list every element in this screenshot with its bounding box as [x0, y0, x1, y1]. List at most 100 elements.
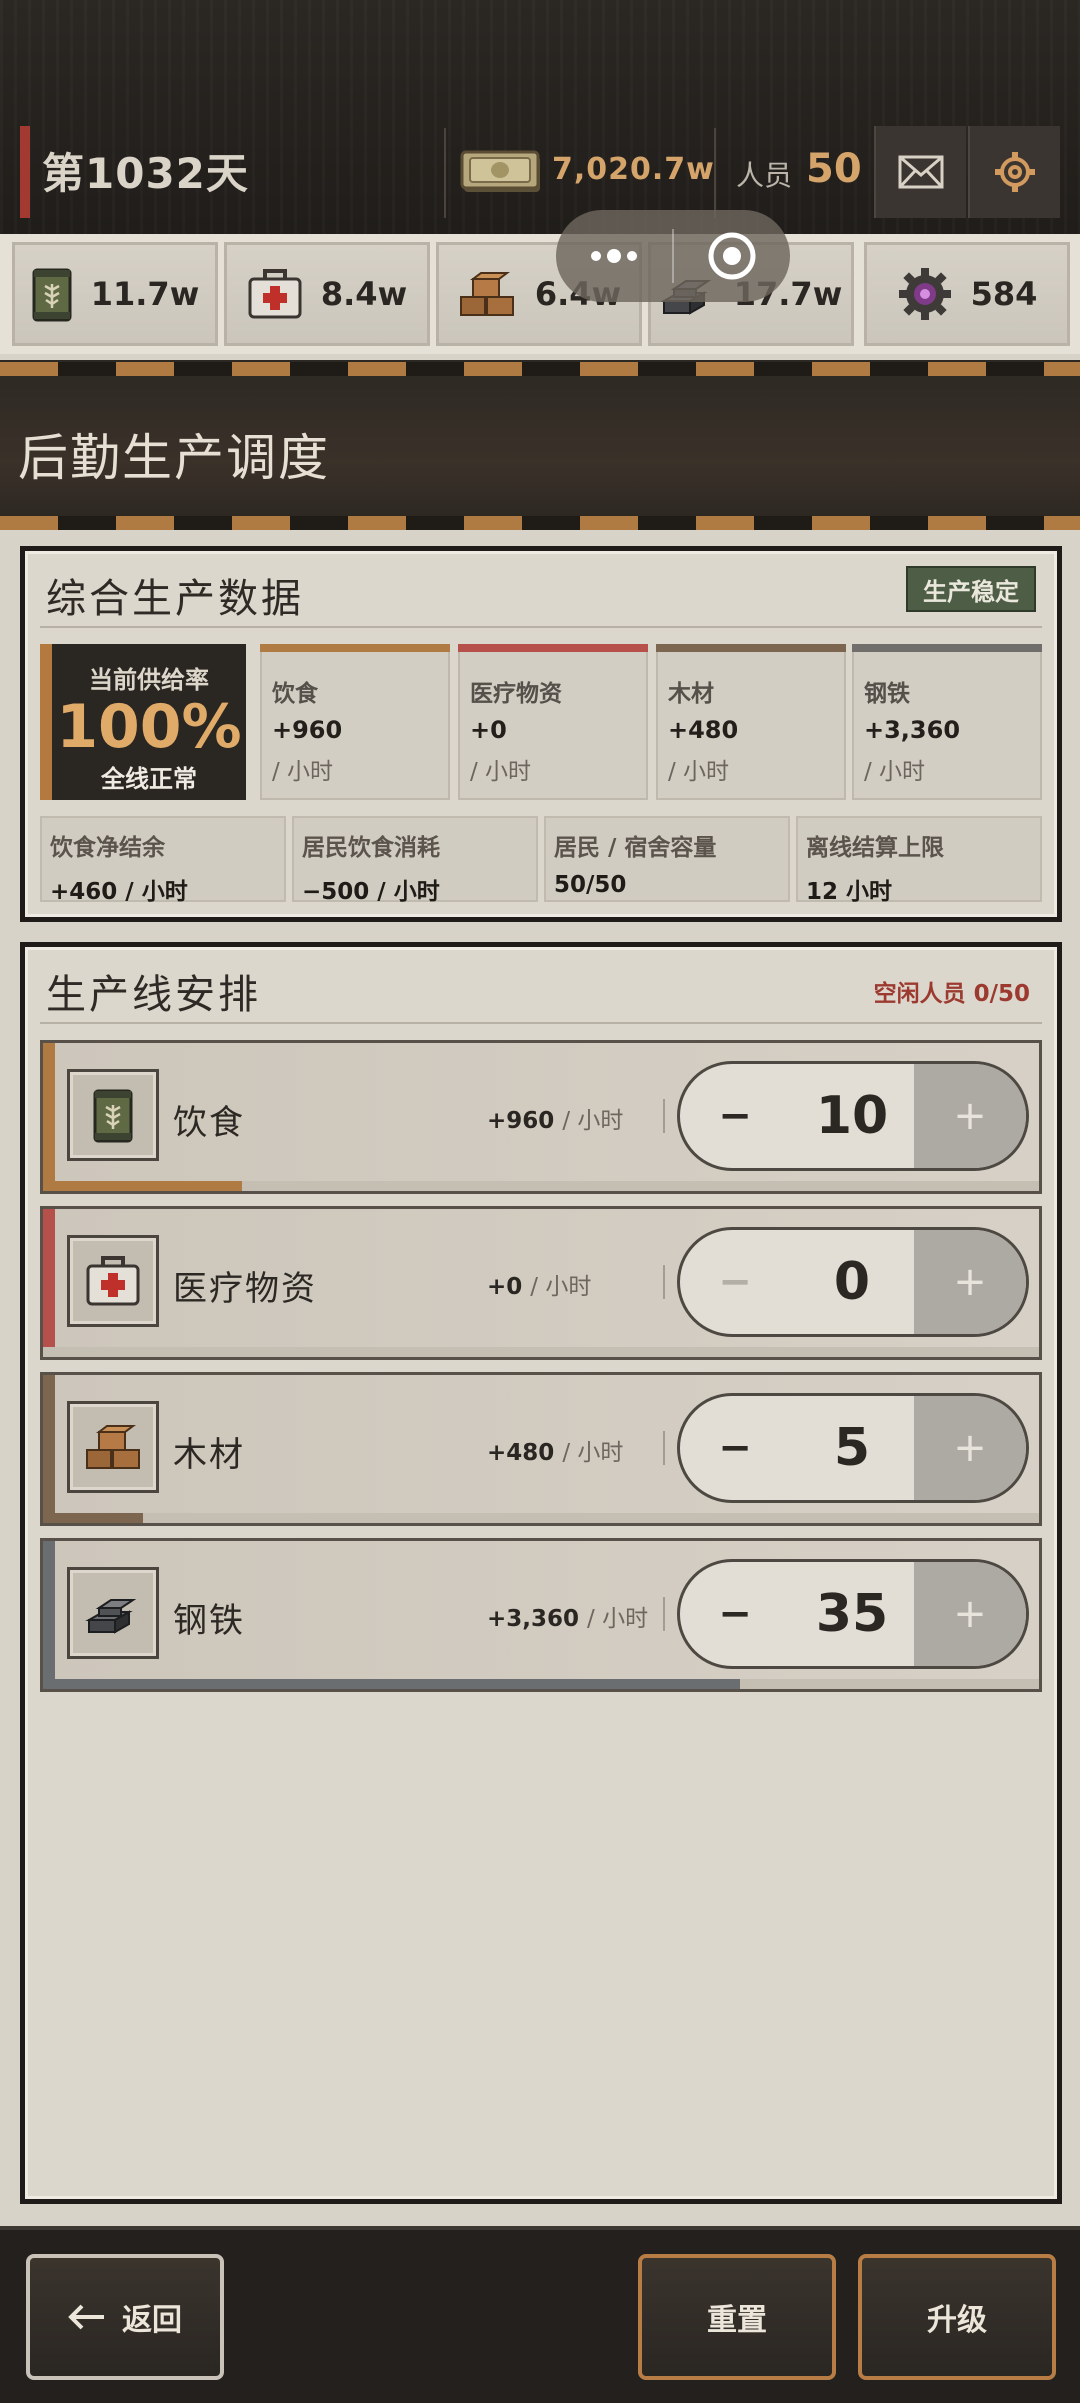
wood-icon — [86, 1425, 140, 1469]
line-progress-track — [43, 1513, 1039, 1523]
line-rate: +3,360 / 小时 — [487, 1606, 649, 1632]
food-can-icon — [32, 268, 72, 322]
increase-button[interactable]: + — [914, 1396, 1026, 1500]
line-progress-fill — [43, 1679, 740, 1689]
line-accent — [43, 1043, 55, 1191]
stat-value: +960 — [272, 716, 343, 744]
people-count: 50 — [806, 146, 862, 192]
line-rate: +480 / 小时 — [487, 1440, 624, 1466]
line-rate: +960 / 小时 — [487, 1108, 624, 1134]
divider — [663, 1597, 665, 1631]
summary-value: 50/50 — [554, 872, 627, 898]
stat-name: 木材 — [668, 681, 714, 707]
summary-key: 居民饮食消耗 — [302, 835, 440, 861]
stat-wood: 木材 +480 / 小时 — [656, 644, 846, 800]
increase-button[interactable]: + — [914, 1230, 1026, 1334]
supply-rate-value: 100% — [56, 692, 242, 762]
summary-value: −500 / 小时 — [302, 879, 440, 905]
divider — [663, 1099, 665, 1133]
stat-name: 医疗物资 — [470, 681, 562, 707]
upgrade-label: 升级 — [927, 2303, 987, 2338]
resource-value: 8.4w — [320, 275, 408, 313]
line-accent — [43, 1375, 55, 1523]
increase-button[interactable]: + — [914, 1562, 1026, 1666]
worker-stepper: − 0 + — [677, 1227, 1029, 1337]
cash-icon — [460, 146, 544, 198]
summary-housing: 居民 / 宿舍容量 50/50 — [544, 816, 790, 902]
mail-icon — [898, 155, 944, 189]
resource-food: 11.7w — [12, 242, 218, 346]
mail-button[interactable] — [874, 126, 966, 218]
wood-icon — [459, 272, 514, 316]
close-miniprogram-button[interactable] — [674, 210, 790, 302]
line-name: 医疗物资 — [173, 1269, 317, 1309]
divider — [663, 1431, 665, 1465]
line-accent — [43, 1209, 55, 1357]
worker-stepper: − 5 + — [677, 1393, 1029, 1503]
line-progress-fill — [43, 1513, 143, 1523]
stat-medical: 医疗物资 +0 / 小时 — [458, 644, 648, 800]
line-name: 木材 — [173, 1435, 245, 1475]
line-progress-fill — [43, 1181, 242, 1191]
stat-name: 钢铁 — [864, 681, 910, 707]
stat-value: +480 — [668, 716, 739, 744]
more-dots-icon — [591, 249, 637, 263]
line-icon-box — [67, 1567, 159, 1659]
worker-count: 0 — [833, 1252, 871, 1312]
miniprogram-capsule — [556, 210, 790, 302]
reset-button[interactable]: 重置 — [638, 2254, 836, 2380]
divider — [714, 128, 716, 218]
supply-status: 全线正常 — [101, 765, 197, 793]
summary-food-consumption: 居民饮食消耗 −500 / 小时 — [292, 816, 538, 905]
decrease-button[interactable]: − — [680, 1064, 790, 1168]
stat-value: +0 — [470, 716, 507, 744]
worker-count: 10 — [815, 1086, 889, 1146]
record-icon — [708, 232, 756, 280]
back-label: 返回 — [122, 2303, 182, 2338]
production-title: 生产线安排 — [46, 972, 261, 1018]
decrease-button[interactable]: − — [680, 1396, 790, 1500]
stat-color-bar — [656, 644, 846, 652]
summary-value: 12 小时 — [806, 879, 893, 905]
back-button[interactable]: 返回 — [26, 2254, 224, 2380]
line-icon-box — [67, 1069, 159, 1161]
stat-unit: / 小时 — [470, 759, 532, 785]
stat-unit: / 小时 — [272, 759, 334, 785]
production-line-medical: 医疗物资 +0 / 小时 − 0 + — [40, 1206, 1042, 1360]
people-label: 人员 — [736, 159, 793, 192]
stat-color-bar — [260, 644, 450, 652]
production-line-steel: 钢铁 +3,360 / 小时 − 35 + — [40, 1538, 1042, 1692]
more-button[interactable] — [556, 210, 672, 302]
line-name: 钢铁 — [173, 1601, 245, 1641]
resource-medical: 8.4w — [224, 242, 430, 346]
supply-rate-label: 当前供给率 — [89, 666, 209, 694]
line-icon-box — [67, 1401, 159, 1493]
decrease-button[interactable]: − — [680, 1562, 790, 1666]
production-line-wood: 木材 +480 / 小时 − 5 + — [40, 1372, 1042, 1526]
money-value: 7,020.7w — [552, 152, 715, 187]
worker-stepper: − 10 + — [677, 1061, 1029, 1171]
status-badge: 生产稳定 — [906, 566, 1036, 612]
resource-bar: 11.7w 8.4w 6.4w 17.7w — [0, 234, 1080, 354]
summary-offline-limit: 离线结算上限 12 小时 — [796, 816, 1042, 905]
resource-core: 584 — [864, 242, 1070, 346]
decrease-button[interactable]: − — [680, 1230, 790, 1334]
worker-stepper: − 35 + — [677, 1559, 1029, 1669]
hazard-stripe — [0, 516, 1080, 530]
stat-color-bar — [458, 644, 648, 652]
summary-key: 离线结算上限 — [806, 835, 944, 861]
stat-name: 饮食 — [272, 681, 318, 707]
idle-workers-label: 空闲人员 0/50 — [873, 981, 1030, 1007]
stat-steel: 钢铁 +3,360 / 小时 — [852, 644, 1042, 800]
resource-value: 11.7w — [90, 275, 200, 313]
settings-button[interactable] — [968, 126, 1060, 218]
summary-food-net: 饮食净结余 +460 / 小时 — [40, 816, 286, 905]
medkit-icon — [248, 269, 302, 319]
page-title: 后勤生产调度 — [18, 429, 330, 487]
stat-unit: / 小时 — [864, 759, 926, 785]
stat-value: +3,360 — [864, 716, 961, 744]
upgrade-button[interactable]: 升级 — [858, 2254, 1056, 2380]
stat-color-bar — [852, 644, 1042, 652]
increase-button[interactable]: + — [914, 1064, 1026, 1168]
line-icon-box — [67, 1235, 159, 1327]
